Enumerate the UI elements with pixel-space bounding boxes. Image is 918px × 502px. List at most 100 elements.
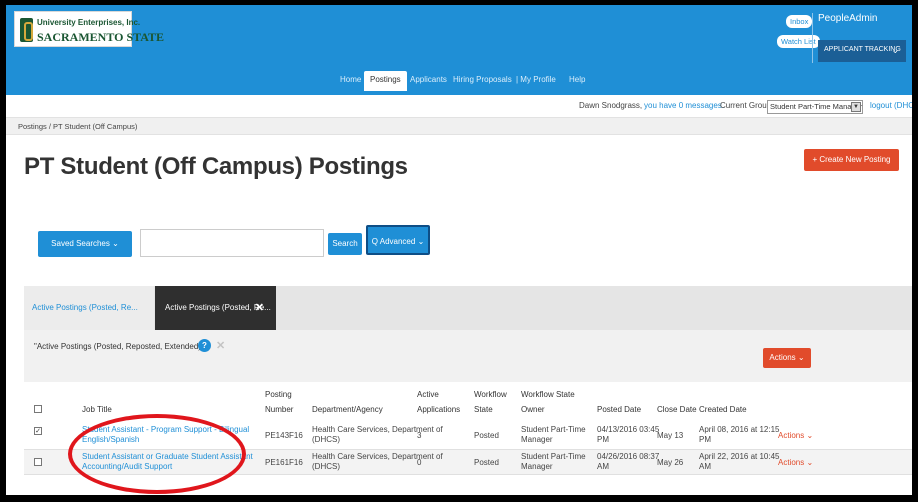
nav-postings[interactable]: Postings — [364, 71, 407, 91]
advanced-search-button[interactable]: Q Advanced ⌄ — [366, 225, 430, 255]
highlight-annotation-circle — [68, 414, 246, 494]
nav-help[interactable]: Help — [569, 75, 585, 84]
active-applications: 3 — [417, 431, 422, 440]
created-date-line1: April 08, 2016 at 12:15 — [699, 425, 780, 434]
header-divider — [812, 13, 813, 63]
active-applications: 0 — [417, 458, 422, 467]
search-button[interactable]: Search — [328, 233, 362, 255]
department: Health Care Services, Department of (DHC… — [312, 425, 443, 445]
close-tab-icon[interactable]: ✕ — [255, 286, 264, 330]
current-group-select[interactable]: Student Part-Time Manager ▼ — [767, 100, 863, 114]
dropdown-arrow-icon: ▼ — [851, 102, 861, 112]
workflow-state: Posted — [474, 431, 499, 440]
posted-date-line2: PM — [597, 435, 609, 444]
posted-date-line1: 04/13/2016 03:45 — [597, 425, 660, 434]
col-workflow-state-line1: Workflow — [474, 390, 507, 399]
nav-home[interactable]: Home — [340, 75, 361, 84]
main-nav: Home Postings Applicants Hiring Proposal… — [6, 71, 912, 91]
created-date-line2: PM — [699, 435, 711, 444]
col-workflow-state-line2: State — [474, 405, 493, 414]
row-actions-label: Actions — [778, 458, 805, 467]
col-posting-number-line2: Number — [265, 405, 294, 414]
row-checkbox[interactable] — [34, 458, 42, 466]
filter-bar: "Active Postings (Posted, Reposted, Exte… — [24, 330, 912, 382]
col-posting-number[interactable]: Posting Number — [265, 390, 293, 415]
workflow-owner: Student Part-Time Manager — [521, 425, 586, 445]
col-wf-owner-line1: Workflow State — [521, 390, 575, 399]
chevron-down-icon: ⌄ — [806, 458, 814, 467]
bulk-actions-button[interactable]: Actions ⌄ — [763, 348, 811, 368]
chevron-down-icon: ⌄ — [806, 431, 814, 440]
logo-university-name: SACRAMENTO STATE — [37, 30, 165, 44]
saved-search-tabs: Active Postings (Posted, Re... Active Po… — [24, 286, 912, 330]
inbox-button[interactable]: Inbox — [786, 15, 813, 28]
user-name: Dawn Snodgrass, — [579, 101, 643, 110]
owner-line2: Manager — [521, 462, 553, 471]
row-actions-button[interactable]: Actions ⌄ — [778, 431, 813, 440]
department-line1: Health Care Services, Department of — [312, 425, 443, 434]
workflow-owner: Student Part-Time Manager — [521, 452, 586, 472]
nav-applicants[interactable]: Applicants — [410, 75, 447, 84]
page-title: PT Student (Off Campus) Postings — [24, 153, 408, 180]
active-filter-label: "Active Postings (Posted, Reposted, Exte… — [34, 342, 204, 351]
tab-active-postings-1[interactable]: Active Postings (Posted, Re... — [24, 286, 154, 330]
department-line1: Health Care Services, Department of — [312, 452, 443, 461]
posted-date: 04/13/2016 03:45 PM — [597, 425, 659, 445]
product-name: PeopleAdmin — [818, 13, 878, 24]
module-select-value: APPLICANT TRACKING — [824, 46, 901, 53]
close-date: May 13 — [657, 431, 684, 440]
owner-line1: Student Part-Time — [521, 425, 586, 434]
chevron-down-icon: ⌄ — [891, 45, 899, 55]
saved-searches-button[interactable]: Saved Searches ⌄ — [38, 231, 132, 257]
top-header: University Enterprises, Inc. SACRAMENTO … — [6, 5, 912, 95]
logo-org-name: University Enterprises, Inc. — [37, 18, 141, 27]
col-active-applications[interactable]: Active Applications — [417, 390, 460, 415]
messages-link[interactable]: you have 0 messages. — [644, 101, 724, 110]
department-line2: (DHCS) — [312, 462, 340, 471]
nav-hiring-proposals[interactable]: Hiring Proposals — [453, 75, 512, 84]
col-workflow-state[interactable]: Workflow State — [474, 390, 507, 415]
logo-emblem-icon — [20, 18, 33, 42]
col-job-title[interactable]: Job Title — [82, 405, 112, 415]
nav-my-profile[interactable]: | My Profile — [516, 75, 556, 84]
clear-filter-icon[interactable]: ✕ — [216, 339, 225, 352]
posted-date-line1: 04/26/2016 08:37 — [597, 452, 660, 461]
col-posting-number-line1: Posting — [265, 390, 292, 399]
select-all-checkbox[interactable] — [34, 405, 42, 413]
create-new-posting-button[interactable]: + Create New Posting — [804, 149, 899, 171]
row-actions-button[interactable]: Actions ⌄ — [778, 458, 813, 467]
app-window: University Enterprises, Inc. SACRAMENTO … — [6, 5, 912, 495]
saved-searches-label: Saved Searches — [51, 239, 110, 248]
module-select[interactable]: APPLICANT TRACKING ⌄ — [818, 40, 906, 62]
row-actions-label: Actions — [778, 431, 805, 440]
col-active-apps-line1: Active — [417, 390, 439, 399]
bulk-actions-label: Actions — [769, 353, 796, 362]
department: Health Care Services, Department of (DHC… — [312, 452, 443, 472]
tab-active-postings-2[interactable]: Active Postings (Posted, Re... ✕ — [155, 286, 276, 330]
chevron-down-icon: ⌄ — [797, 353, 805, 362]
watch-list-button[interactable]: Watch List — [777, 35, 820, 48]
col-created-date[interactable]: Created Date — [699, 405, 747, 415]
created-date-line2: AM — [699, 462, 711, 471]
user-info-bar: Dawn Snodgrass, you have 0 messages. Cur… — [6, 95, 912, 117]
col-department[interactable]: Department/Agency — [312, 405, 383, 415]
breadcrumb[interactable]: Postings / PT Student (Off Campus) — [18, 122, 137, 131]
university-logo[interactable]: University Enterprises, Inc. SACRAMENTO … — [14, 11, 164, 47]
owner-line1: Student Part-Time — [521, 452, 586, 461]
logout-link[interactable]: logout (DHCS1) — [870, 101, 912, 110]
row-checkbox[interactable]: ✓ — [34, 427, 42, 435]
col-posted-date[interactable]: Posted Date — [597, 405, 641, 415]
created-date: April 22, 2016 at 10:45 AM — [699, 452, 780, 472]
department-line2: (DHCS) — [312, 435, 340, 444]
posting-number: PE161F16 — [265, 458, 303, 467]
posted-date-line2: AM — [597, 462, 609, 471]
help-icon[interactable]: ? — [198, 339, 211, 352]
col-workflow-owner[interactable]: Workflow State Owner — [521, 390, 575, 415]
col-close-date[interactable]: Close Date — [657, 405, 697, 415]
breadcrumb-bar: Postings / PT Student (Off Campus) — [6, 117, 912, 135]
search-input[interactable] — [140, 229, 324, 257]
advanced-search-label: Q Advanced — [371, 237, 416, 246]
posting-number: PE143F16 — [265, 431, 303, 440]
close-date: May 26 — [657, 458, 684, 467]
chevron-down-icon: ⌄ — [417, 237, 425, 246]
